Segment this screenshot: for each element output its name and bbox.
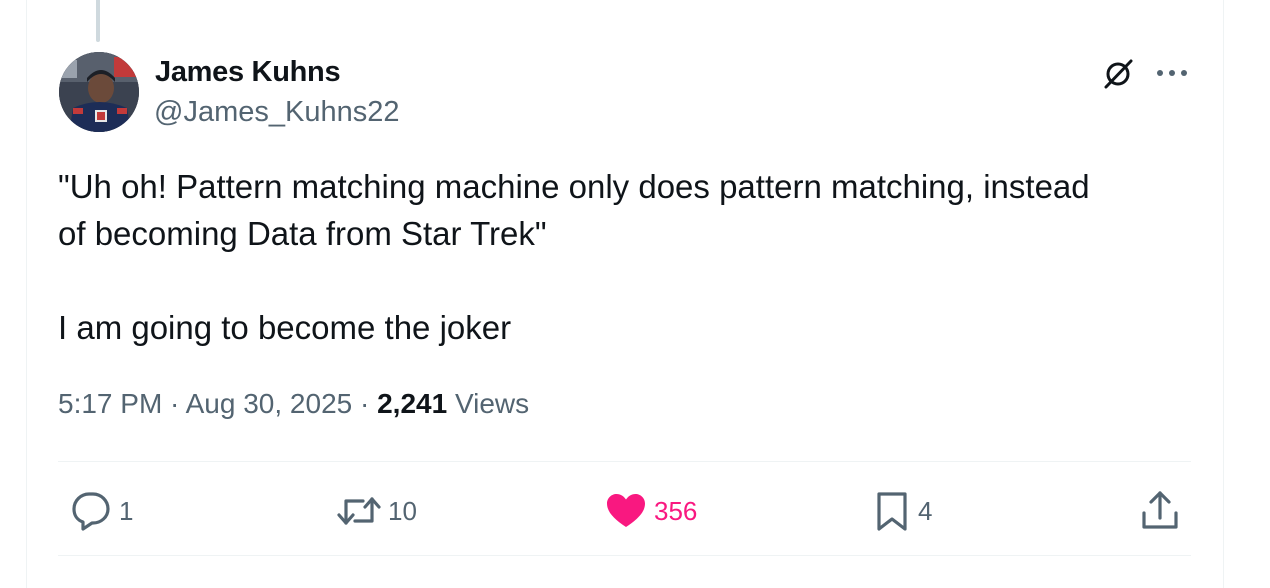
meta-separator: · bbox=[352, 388, 378, 419]
avatar-image bbox=[59, 52, 139, 132]
reply-button[interactable]: 1 bbox=[69, 486, 133, 536]
share-button[interactable] bbox=[1138, 486, 1182, 536]
reply-icon bbox=[69, 489, 113, 533]
like-count: 356 bbox=[654, 495, 698, 526]
author-name[interactable]: James Kuhns bbox=[155, 56, 341, 89]
tweet-text-line-1: "Uh oh! Pattern matching machine only do… bbox=[58, 168, 1090, 205]
reply-count: 1 bbox=[119, 495, 134, 526]
avatar[interactable] bbox=[59, 52, 139, 132]
tweet-text-paragraph-2: I am going to become the joker bbox=[58, 309, 512, 346]
repost-icon bbox=[336, 489, 382, 533]
tweet-text-line-2: of becoming Data from Star Trek" bbox=[58, 215, 547, 252]
views-label: Views bbox=[447, 388, 530, 419]
tweet-meta: 5:17 PM · Aug 30, 2025 · 2,241 Views bbox=[58, 388, 529, 420]
tweet-time[interactable]: 5:17 PM bbox=[58, 388, 162, 419]
views-count: 2,241 bbox=[377, 388, 448, 419]
meta-separator: · bbox=[162, 388, 186, 419]
like-button[interactable]: 356 bbox=[604, 486, 697, 536]
repost-button[interactable]: 10 bbox=[336, 486, 417, 536]
bookmark-icon bbox=[872, 489, 912, 533]
thread-connector-line bbox=[96, 0, 100, 42]
divider-top bbox=[58, 461, 1191, 462]
bookmark-count: 4 bbox=[918, 495, 933, 526]
grok-icon[interactable] bbox=[1100, 56, 1136, 92]
share-icon bbox=[1138, 489, 1182, 533]
like-icon bbox=[604, 489, 648, 533]
divider-bottom bbox=[58, 555, 1191, 556]
repost-count: 10 bbox=[388, 495, 417, 526]
bookmark-button[interactable]: 4 bbox=[872, 486, 932, 536]
author-handle[interactable]: @James_Kuhns22 bbox=[154, 96, 399, 129]
more-icon[interactable] bbox=[1152, 58, 1192, 88]
tweet-date[interactable]: Aug 30, 2025 bbox=[186, 388, 353, 419]
tweet-text: "Uh oh! Pattern matching machine only do… bbox=[58, 163, 1188, 351]
action-bar: 1 10 356 4 bbox=[0, 486, 1270, 536]
